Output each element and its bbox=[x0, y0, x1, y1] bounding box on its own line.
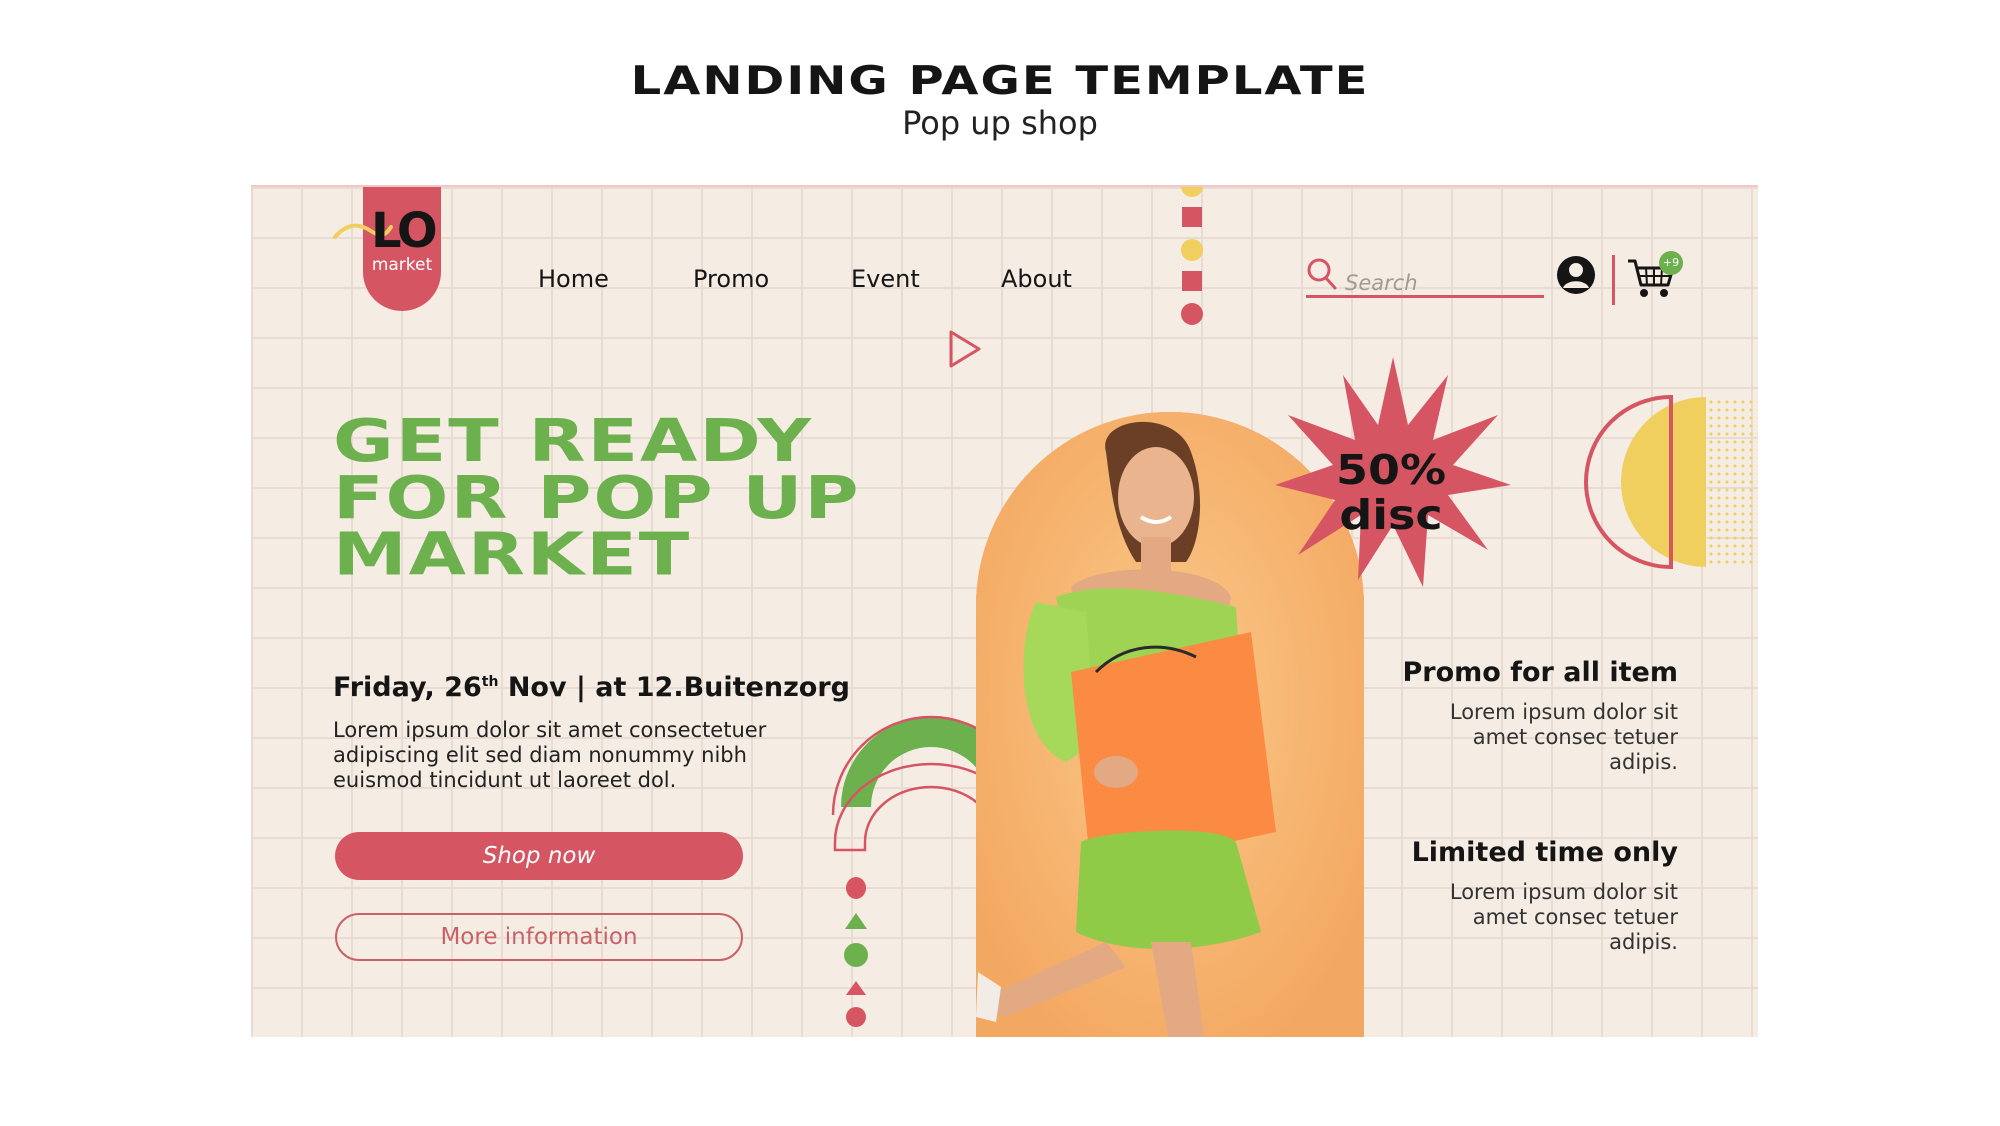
decor-shape-column bbox=[844, 877, 869, 1027]
side-info-desc-limited: Lorem ipsum dolor sit amet consec tetuer… bbox=[1449, 880, 1678, 954]
landing-page-card: LO market Home Promo Event About Search bbox=[251, 185, 1758, 1037]
nav-home[interactable]: Home bbox=[538, 265, 609, 293]
more-information-button[interactable]: More information bbox=[335, 913, 743, 961]
half-circle-decor bbox=[1584, 394, 1758, 570]
discount-text: disc bbox=[1339, 490, 1443, 539]
search-input[interactable]: Search bbox=[1345, 271, 1418, 295]
discount-label: 50% disc bbox=[1281, 447, 1501, 537]
nav-event[interactable]: Event bbox=[851, 265, 920, 293]
decor-dot-column bbox=[1181, 187, 1203, 325]
event-date: Friday, 26th Nov | at 12.Buitenzorg bbox=[333, 672, 850, 703]
header-divider bbox=[1612, 255, 1615, 305]
hero-title-line: FOR POP UP bbox=[333, 463, 861, 533]
logo-mark: LO bbox=[371, 203, 438, 259]
play-icon[interactable] bbox=[948, 329, 982, 369]
shop-now-button[interactable]: Shop now bbox=[335, 832, 743, 880]
search-icon[interactable] bbox=[1306, 257, 1338, 291]
event-date-prefix: Friday, 26 bbox=[333, 672, 482, 703]
discount-percent: 50% bbox=[1335, 445, 1447, 494]
search-underline bbox=[1306, 295, 1544, 298]
page-subheading: Pop up shop bbox=[902, 104, 1098, 142]
cart-badge: +9 bbox=[1659, 251, 1683, 275]
user-icon[interactable] bbox=[1556, 255, 1596, 295]
logo[interactable]: LO market bbox=[333, 187, 441, 311]
event-description: Lorem ipsum dolor sit amet consectetuer … bbox=[333, 718, 767, 792]
nav-about[interactable]: About bbox=[1001, 265, 1072, 293]
side-info-desc-promo: Lorem ipsum dolor sit amet consec tetuer… bbox=[1449, 700, 1678, 774]
side-info-title-promo: Promo for all item bbox=[1402, 657, 1678, 688]
event-date-sup: th bbox=[481, 674, 499, 690]
logo-subtitle: market bbox=[371, 255, 433, 275]
hero-title-line: MARKET bbox=[333, 520, 692, 589]
hero-title: GET READY FOR POP UP MARKET bbox=[333, 406, 1053, 589]
side-info-title-limited: Limited time only bbox=[1411, 837, 1678, 868]
page-heading: LANDING PAGE TEMPLATE bbox=[630, 58, 1370, 104]
event-date-suffix: Nov | at 12.Buitenzorg bbox=[498, 672, 850, 703]
hero-title-line: GET READY bbox=[333, 406, 813, 476]
nav-promo[interactable]: Promo bbox=[693, 265, 769, 293]
